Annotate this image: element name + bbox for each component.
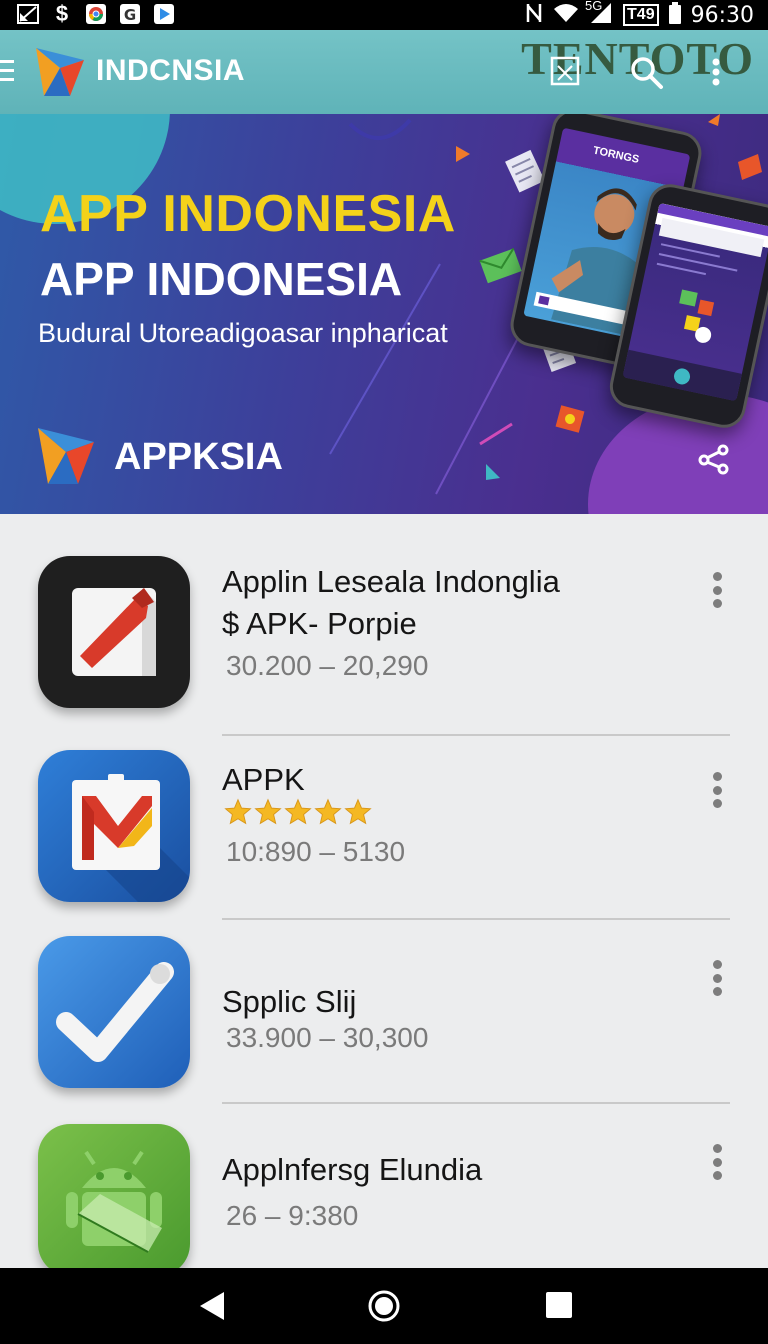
star-icon [224,798,252,825]
app-meta: 33.900 – 30,300 [226,1022,429,1053]
app-logo [34,46,88,103]
gmail-like-icon [38,750,190,902]
image-icon [16,2,40,26]
menu-icon[interactable] [0,60,14,84]
app-title: Applnfersg Elundia [222,1152,483,1187]
more-vert-icon[interactable] [706,960,728,996]
share-icon[interactable] [696,442,730,481]
wifi-icon [553,3,579,28]
svg-text:G: G [124,6,136,24]
g-icon: G [118,2,142,26]
more-vert-icon[interactable] [706,54,726,90]
rating-stars [224,798,372,826]
app-subtitle: $ APK- Porpie [222,606,417,641]
promo-banner[interactable]: APP INDONESIA APP INDONESIA Budural Utor… [0,114,768,514]
home-icon[interactable] [366,1288,402,1324]
banner-subtitle: Budural Utoreadigoasar inpharicat [38,318,448,348]
list-item[interactable]: Spplic Slij 33.900 – 30,300 [0,920,768,1106]
more-vert-icon[interactable] [706,772,728,808]
app-title: APPK [222,762,305,797]
brand-logo [36,426,96,491]
banner-headline-secondary: APP INDONESIA [40,253,403,305]
t49-icon: T49 [623,4,659,26]
app-bar: INDCNSIA TENTOTO [0,30,768,114]
play-store-icon [152,2,176,26]
red-slash-icon [38,556,190,708]
more-vert-icon[interactable] [706,1144,728,1180]
back-icon[interactable] [194,1288,230,1324]
app-meta: 10:890 – 5130 [226,836,406,867]
app-title: Applin Leseala Indonglia [222,564,560,599]
banner-brand: APPKSIA [114,436,283,478]
app-title: INDCNSIA [96,54,246,87]
battery-icon [668,1,681,29]
android-icon [38,1124,190,1276]
dollar-icon: $ [55,1,69,26]
list-item[interactable]: APPK 10:890 – 5130 [0,736,768,920]
star-icon [314,798,342,825]
star-icon [254,798,282,825]
star-icon [284,798,312,825]
more-vert-icon[interactable] [706,572,728,608]
app-meta: 26 – 9:380 [226,1200,359,1231]
search-icon[interactable] [628,54,664,90]
app-list: Applin Leseala Indonglia $ APK- Porpie 3… [0,514,768,1276]
phone-screen-content [622,202,768,402]
chrome-icon [84,2,108,26]
app-meta: 30.200 – 20,290 [226,650,429,681]
list-item[interactable]: Applnfersg Elundia 26 – 9:380 [0,1104,768,1276]
status-time: 96:30 [690,2,754,28]
recents-icon[interactable] [542,1288,578,1324]
nfc-icon [525,2,543,29]
list-item[interactable]: Applin Leseala Indonglia $ APK- Porpie 3… [0,514,768,736]
signal-label: 5G [585,0,603,13]
navigation-bar [0,1268,768,1344]
signal-icon: 5G [585,0,613,29]
banner-headline: APP INDONESIA [40,185,456,243]
checkmark-icon [38,936,190,1088]
app-title: Spplic Slij [222,984,357,1019]
star-icon [344,798,372,825]
gallery-icon[interactable] [548,54,584,90]
status-bar: $ G 5G T49 96:30 [0,0,768,30]
